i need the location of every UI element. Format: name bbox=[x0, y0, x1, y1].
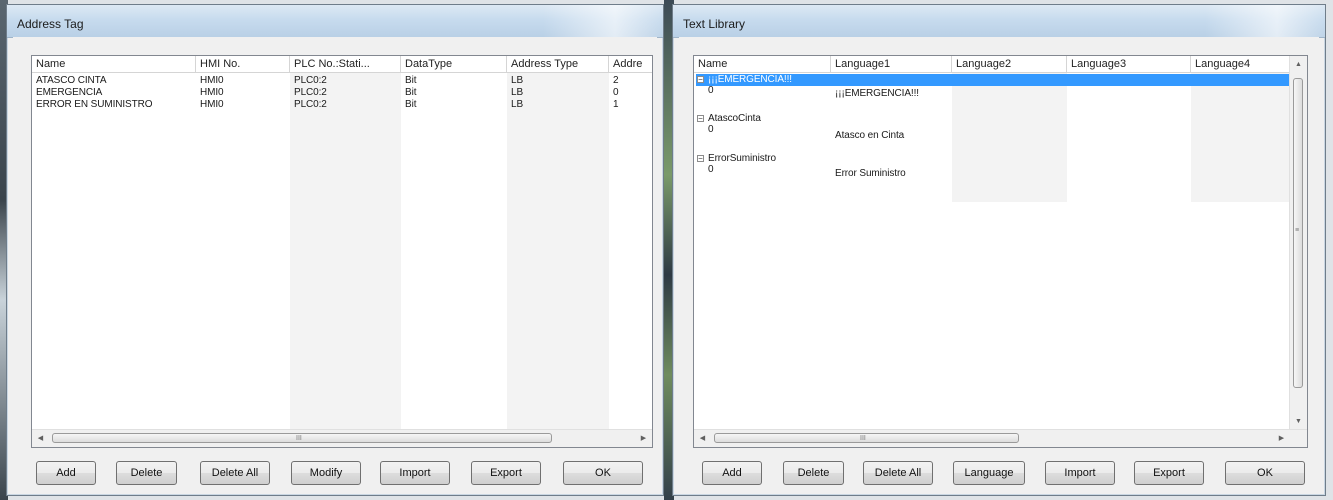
cell-address: 2 bbox=[613, 75, 619, 86]
column-stripe bbox=[952, 72, 1067, 202]
ok-button[interactable]: OK bbox=[563, 461, 643, 485]
cell-name: EMERGENCIA bbox=[36, 87, 103, 98]
cell-address-type: LB bbox=[511, 75, 524, 86]
column-header-name[interactable]: Name bbox=[694, 56, 831, 72]
language1-text[interactable]: Error Suministro bbox=[831, 168, 952, 180]
cell-hmi-no: HMI0 bbox=[200, 99, 224, 110]
export-button[interactable]: Export bbox=[1134, 461, 1204, 485]
column-stripe bbox=[1191, 72, 1291, 202]
cell-datatype: Bit bbox=[405, 99, 417, 110]
vertical-scrollbar[interactable]: ▲ ≡ ▼ bbox=[1289, 56, 1307, 430]
delete-all-button[interactable]: Delete All bbox=[863, 461, 933, 485]
modify-button[interactable]: Modify bbox=[291, 461, 361, 485]
scroll-down-icon[interactable]: ▼ bbox=[1290, 413, 1307, 430]
table-header: Name Language1 Language2 Language3 Langu… bbox=[694, 56, 1307, 73]
scroll-grip: III bbox=[860, 435, 866, 442]
column-header-name[interactable]: Name bbox=[32, 56, 196, 72]
column-header-hmi-no[interactable]: HMI No. bbox=[196, 56, 290, 72]
import-button[interactable]: Import bbox=[1045, 461, 1115, 485]
ok-button[interactable]: OK bbox=[1225, 461, 1305, 485]
text-library-window: Text Library Name Language1 Language2 La… bbox=[672, 4, 1326, 496]
tree-node-state[interactable]: 0 bbox=[704, 124, 744, 136]
import-button[interactable]: Import bbox=[380, 461, 450, 485]
text-library-table[interactable]: Name Language1 Language2 Language3 Langu… bbox=[693, 55, 1308, 448]
cell-hmi-no: HMI0 bbox=[200, 75, 224, 86]
window-title: Address Tag bbox=[17, 17, 84, 31]
column-header-address-type[interactable]: Address Type bbox=[507, 56, 609, 72]
delete-button[interactable]: Delete bbox=[116, 461, 177, 485]
tree-node-state[interactable]: 0 bbox=[704, 85, 744, 97]
language1-text[interactable]: ¡¡¡EMERGENCIA!!! bbox=[831, 88, 952, 100]
cell-address: 0 bbox=[613, 87, 619, 98]
tree-node-state[interactable]: 0 bbox=[704, 164, 744, 176]
cell-address-type: LB bbox=[511, 87, 524, 98]
scroll-right-icon[interactable]: ▶ bbox=[1273, 430, 1290, 447]
language1-text[interactable]: Atasco en Cinta bbox=[831, 130, 952, 142]
collapse-icon[interactable]: − bbox=[697, 76, 704, 84]
cell-plc-no: PLC0:2 bbox=[294, 87, 327, 98]
titlebar-gloss bbox=[543, 5, 663, 37]
cell-datatype: Bit bbox=[405, 87, 417, 98]
cell-address: 1 bbox=[613, 99, 619, 110]
scroll-thumb[interactable]: III bbox=[52, 433, 552, 443]
scroll-left-icon[interactable]: ◀ bbox=[694, 430, 711, 447]
scroll-right-icon[interactable]: ▶ bbox=[635, 430, 652, 447]
table-header: Name HMI No. PLC No.:Stati... DataType A… bbox=[32, 56, 652, 73]
column-header-language2[interactable]: Language2 bbox=[952, 56, 1067, 72]
cell-address-type: LB bbox=[511, 99, 524, 110]
collapse-icon[interactable]: − bbox=[697, 115, 704, 123]
text-library-body: Name Language1 Language2 Language3 Langu… bbox=[679, 37, 1319, 489]
export-button[interactable]: Export bbox=[471, 461, 541, 485]
address-tag-table[interactable]: Name HMI No. PLC No.:Stati... DataType A… bbox=[31, 55, 653, 448]
column-header-plc-no[interactable]: PLC No.:Stati... bbox=[290, 56, 401, 72]
cell-datatype: Bit bbox=[405, 75, 417, 86]
cell-plc-no: PLC0:2 bbox=[294, 99, 327, 110]
add-button[interactable]: Add bbox=[36, 461, 96, 485]
scroll-grip: III bbox=[296, 435, 302, 442]
scroll-thumb[interactable]: III bbox=[714, 433, 1019, 443]
address-tag-body: Name HMI No. PLC No.:Stati... DataType A… bbox=[13, 37, 657, 489]
address-tag-window: Address Tag Name HMI No. PLC No.:Stati..… bbox=[6, 4, 664, 496]
scroll-thumb[interactable]: ≡ bbox=[1293, 78, 1303, 388]
window-title: Text Library bbox=[683, 17, 746, 31]
table-row[interactable]: EMERGENCIA HMI0 PLC0:2 Bit LB 0 bbox=[32, 87, 652, 99]
add-button[interactable]: Add bbox=[702, 461, 762, 485]
address-tag-titlebar[interactable]: Address Tag bbox=[7, 5, 663, 38]
text-library-titlebar[interactable]: Text Library bbox=[673, 5, 1325, 38]
titlebar-gloss bbox=[1205, 5, 1325, 37]
column-header-language3[interactable]: Language3 bbox=[1067, 56, 1191, 72]
horizontal-scrollbar[interactable]: ◀ III ▶ bbox=[32, 429, 652, 447]
column-header-language1[interactable]: Language1 bbox=[831, 56, 952, 72]
language-button[interactable]: Language bbox=[953, 461, 1025, 485]
horizontal-scrollbar[interactable]: ◀ III ▶ bbox=[694, 429, 1307, 447]
cell-name: ATASCO CINTA bbox=[36, 75, 107, 86]
column-stripe bbox=[507, 72, 609, 432]
scroll-grip-icon: ≡ bbox=[1295, 227, 1300, 234]
delete-all-button[interactable]: Delete All bbox=[200, 461, 270, 485]
cell-name: ERROR EN SUMINISTRO bbox=[36, 99, 153, 110]
table-row[interactable]: ATASCO CINTA HMI0 PLC0:2 Bit LB 2 bbox=[32, 75, 652, 87]
scroll-up-icon[interactable]: ▲ bbox=[1290, 56, 1307, 73]
scroll-left-icon[interactable]: ◀ bbox=[32, 430, 49, 447]
cell-plc-no: PLC0:2 bbox=[294, 75, 327, 86]
delete-button[interactable]: Delete bbox=[783, 461, 844, 485]
column-header-language4[interactable]: Language4 bbox=[1191, 56, 1291, 72]
column-header-datatype[interactable]: DataType bbox=[401, 56, 507, 72]
cell-hmi-no: HMI0 bbox=[200, 87, 224, 98]
table-row[interactable]: ERROR EN SUMINISTRO HMI0 PLC0:2 Bit LB 1 bbox=[32, 99, 652, 111]
column-header-address[interactable]: Addre bbox=[609, 56, 652, 72]
column-stripe bbox=[290, 72, 401, 432]
collapse-icon[interactable]: − bbox=[697, 155, 704, 163]
